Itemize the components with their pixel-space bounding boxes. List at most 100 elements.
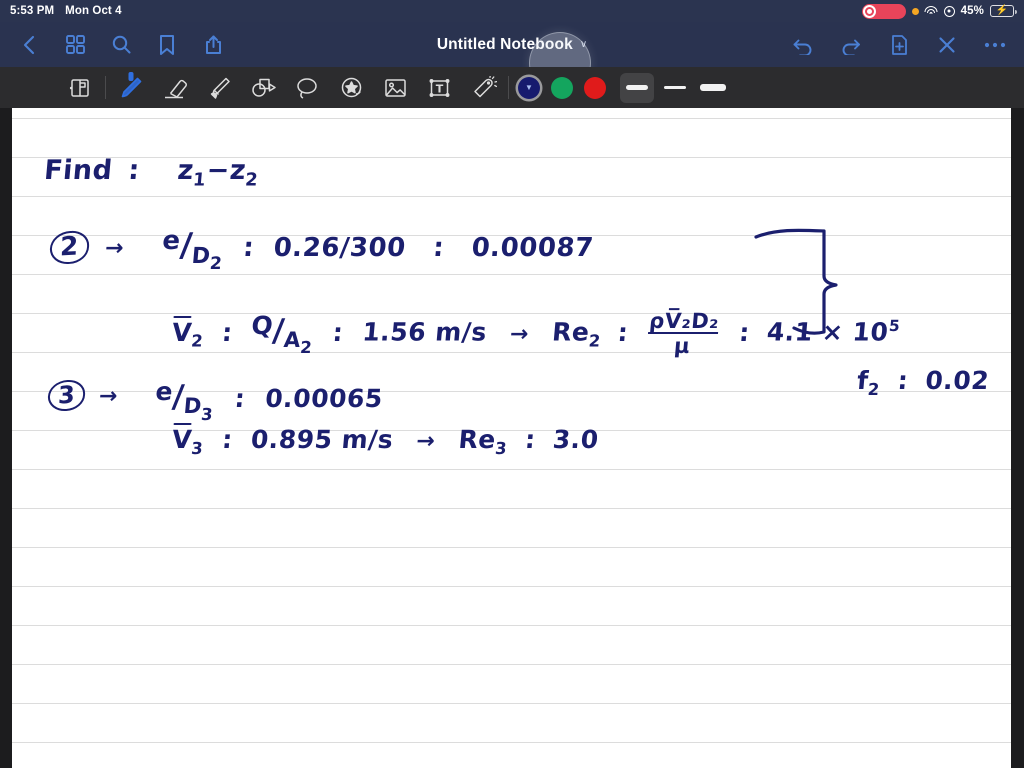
color-swatch-red[interactable]: [584, 76, 606, 99]
stroke-width-thin[interactable]: [658, 73, 692, 103]
status-date: Mon Oct 4: [65, 5, 122, 17]
color-swatch-green[interactable]: [551, 76, 573, 99]
step3b-arrow: →: [415, 429, 437, 454]
e-over-d3: e/D3: [153, 377, 216, 424]
chevron-down-icon-color: ▼: [525, 83, 533, 93]
notebook-page[interactable]: Find : z1−z2 2 → e/D2 : 0.26/300 : 0.000…: [12, 108, 1011, 768]
pen-tool[interactable]: [109, 70, 153, 106]
highlighter-tool[interactable]: [197, 70, 241, 106]
q-numerator: Q: [250, 310, 275, 340]
thumbnails-button[interactable]: [60, 30, 90, 60]
close-button[interactable]: [932, 30, 962, 60]
v2-sub: 2: [190, 331, 205, 351]
a-sub: 2: [299, 338, 313, 358]
step3b-eq1: :: [220, 425, 235, 454]
v2-bar: V: [171, 318, 193, 347]
f2-value: 0.02: [924, 366, 991, 395]
d-sub: 2: [208, 254, 224, 275]
step2-ratio: 0.26/300: [272, 233, 407, 263]
status-bar-right: 45% ⚡: [861, 3, 1017, 19]
find-label: Find: [42, 155, 114, 186]
grouping-brace: [754, 228, 838, 335]
toolbar-divider-2: [508, 76, 509, 99]
more-button[interactable]: [980, 30, 1010, 60]
e-numerator: e: [161, 225, 182, 256]
re3-value: 3.0: [551, 425, 600, 454]
re2-sub: 2: [587, 331, 602, 351]
stroke-width-thick[interactable]: [696, 73, 730, 103]
step2b-eq1: :: [220, 317, 234, 347]
shapes-tool[interactable]: [241, 70, 285, 106]
step3-eq: :: [233, 384, 247, 413]
redo-button[interactable]: [836, 30, 866, 60]
location-icon: [943, 5, 955, 17]
step2b-arrow: →: [508, 321, 531, 347]
find-z1-sub: 1: [192, 169, 207, 191]
step2-result: 0.00087: [470, 233, 595, 263]
bookmark-button[interactable]: [152, 30, 182, 60]
back-button[interactable]: [14, 30, 44, 60]
canvas-area[interactable]: Find : z1−z2 2 → e/D2 : 0.26/300 : 0.000…: [0, 108, 1024, 768]
e3-numerator: e: [154, 377, 175, 406]
note-step3-number: 3 →: [47, 379, 120, 412]
find-z1: z: [176, 155, 196, 186]
note-step2-number: 2 →: [49, 230, 126, 265]
re3-label: Re: [457, 425, 498, 454]
handwritten-notes: Find : z1−z2 2 → e/D2 : 0.26/300 : 0.000…: [12, 108, 1011, 768]
step2b-velocity: 1.56 m/s: [361, 317, 489, 347]
laser-tool[interactable]: [461, 70, 505, 106]
sticker-tool[interactable]: [329, 70, 373, 106]
battery-percent: 45%: [960, 5, 984, 17]
wifi-icon: [924, 5, 938, 17]
step2-eq1: :: [241, 233, 256, 263]
color-swatch-navy[interactable]: ▼: [518, 76, 540, 99]
e-over-d2: e/D2: [160, 225, 225, 275]
search-button[interactable]: [106, 30, 136, 60]
step3-arrow: →: [97, 384, 120, 409]
screen-recording-indicator[interactable]: [861, 3, 906, 19]
reynolds-formula: ρV̅₂D₂ μ: [646, 309, 721, 358]
toolbar-divider: [105, 76, 106, 99]
image-tool[interactable]: [373, 70, 417, 106]
note-line-find: Find : z1−z2: [42, 155, 260, 190]
v3-symbol: V: [170, 425, 194, 454]
re3-sub: 3: [494, 439, 508, 458]
reynolds-numerator: ρV̅₂D₂: [648, 309, 721, 333]
v3-bar: V: [171, 425, 193, 454]
d3-denominator: D: [182, 394, 203, 420]
note-friction-factor: f2 : 0.02: [856, 366, 991, 399]
v3-sub: 3: [190, 439, 205, 458]
status-bar-left: 5:53 PM Mon Oct 4: [10, 5, 122, 17]
color-palette: ▼: [518, 76, 606, 99]
step2-arrow: →: [103, 236, 126, 261]
note-step2-relative-roughness: e/D2 : 0.26/300 : 0.00087: [160, 225, 595, 275]
note-step3-relative-roughness: e/D3 : 0.00065: [153, 377, 385, 424]
nav-left-group: [14, 30, 228, 60]
stroke-width-group: [620, 72, 730, 103]
stroke-width-medium[interactable]: [620, 72, 654, 103]
step3-value: 0.00065: [264, 384, 385, 413]
nav-right-group: [788, 30, 1010, 60]
v2-symbol: V: [170, 317, 194, 347]
step2b-eq3: :: [616, 317, 630, 347]
reynolds-denominator: μ: [646, 332, 719, 358]
f2-sub: 2: [866, 380, 881, 399]
find-z2-sub: 2: [244, 169, 260, 191]
find-minus: −: [205, 155, 232, 186]
orange-mic-dot-icon: [911, 7, 919, 15]
drawing-toolbar: T ▼: [0, 67, 1024, 108]
pen-active-indicator: [128, 71, 134, 81]
eraser-tool[interactable]: [153, 70, 197, 106]
record-icon: [862, 4, 876, 18]
add-page-button[interactable]: [884, 30, 914, 60]
q-over-a2: Q/A2: [249, 310, 315, 358]
step2b-eq2: :: [331, 317, 345, 347]
share-button[interactable]: [198, 30, 228, 60]
note-step3-velocity: V3 : 0.895 m/s → Re3 : 3.0: [171, 425, 600, 458]
text-tool[interactable]: T: [417, 70, 461, 106]
undo-button[interactable]: [788, 30, 818, 60]
step3b-velocity: 0.895 m/s: [249, 425, 395, 454]
lasso-tool[interactable]: [285, 70, 329, 106]
re2-label: Re: [551, 317, 591, 347]
page-tool[interactable]: [58, 70, 102, 106]
